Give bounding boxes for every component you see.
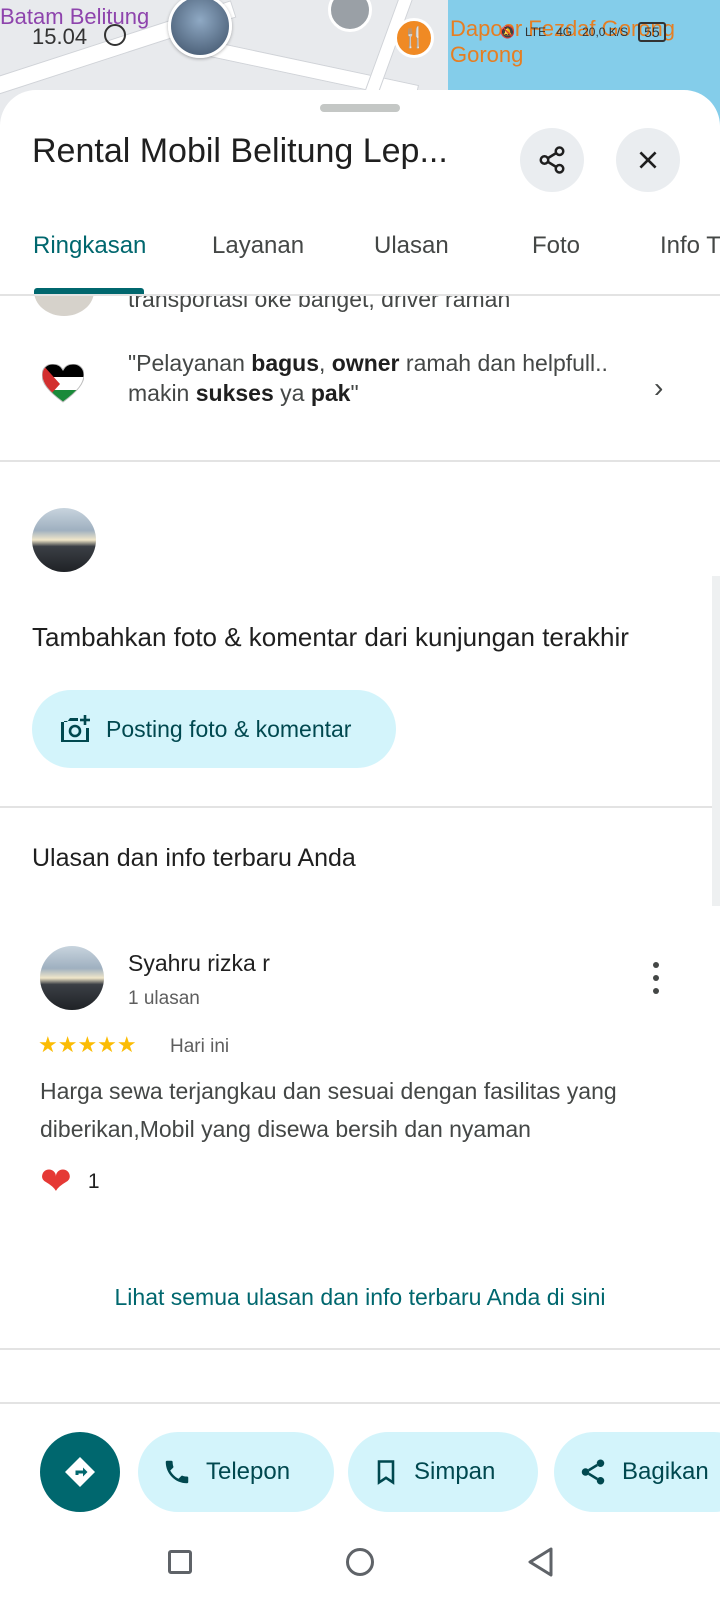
- share-button[interactable]: [520, 128, 584, 192]
- action-bar: Telepon Simpan Bagikan: [0, 1402, 720, 1512]
- home-button[interactable]: [346, 1548, 374, 1576]
- reviewer-name[interactable]: Syahru rizka r: [128, 950, 270, 977]
- drag-handle[interactable]: [320, 104, 400, 112]
- battery-icon: 55: [638, 22, 666, 42]
- avatar: [34, 296, 94, 316]
- divider: [0, 806, 720, 808]
- like-count: 1: [87, 1170, 100, 1193]
- directions-button[interactable]: [40, 1432, 120, 1512]
- share-place-button[interactable]: Bagikan: [554, 1432, 720, 1512]
- user-avatar: [32, 508, 96, 572]
- tab-bar: Ringkasan Layanan Ulasan Foto Info T: [0, 208, 720, 296]
- call-button[interactable]: Telepon: [138, 1432, 334, 1512]
- your-reviews-title: Ulasan dan info terbaru Anda: [32, 844, 356, 872]
- tab-layanan[interactable]: Layanan: [212, 232, 304, 260]
- place-sheet: Rental Mobil Belitung Lep... Ringkasan L…: [0, 90, 720, 1612]
- divider: [0, 1348, 720, 1350]
- share-label: Bagikan: [622, 1458, 709, 1485]
- signal-type: 4G: [556, 25, 573, 39]
- add-photo-icon: [61, 715, 90, 742]
- back-button[interactable]: [526, 1546, 554, 1578]
- add-visit-title: Tambahkan foto & komentar dari kunjungan…: [32, 622, 629, 652]
- status-indicators: 🔕 LTE 4G 20,0 K/S 55: [500, 22, 666, 42]
- network-type: LTE: [524, 25, 547, 39]
- tab-info[interactable]: Info T: [660, 232, 720, 260]
- bookmark-icon: [377, 1460, 395, 1485]
- review-date: Hari ini: [170, 1036, 230, 1057]
- see-all-reviews-link[interactable]: Lihat semua ulasan dan info terbaru Anda…: [0, 1284, 720, 1311]
- more-options-button[interactable]: [640, 956, 672, 1000]
- review-snippet[interactable]: transportasi oke banget, driver ramah: [128, 296, 510, 313]
- tab-ulasan[interactable]: Ulasan: [374, 232, 449, 260]
- dot: [653, 988, 659, 994]
- share-icon: [581, 1459, 605, 1485]
- summary-content: transportasi oke banget, driver ramah "P…: [0, 296, 720, 1396]
- recents-button[interactable]: [168, 1550, 192, 1574]
- dot: [653, 962, 659, 968]
- tab-ringkasan[interactable]: Ringkasan: [33, 232, 146, 260]
- share-icon: [539, 146, 565, 174]
- divider: [0, 460, 720, 462]
- heart-icon: ❤: [40, 1161, 72, 1203]
- phone-icon: [165, 1460, 189, 1484]
- review-text: Harga sewa terjangkau dan sesuai dengan …: [40, 1078, 617, 1142]
- active-tab-indicator: [34, 288, 144, 294]
- star-rating: ★★★★★: [38, 1032, 137, 1057]
- palestine-heart-icon: [42, 364, 84, 403]
- place-title: Rental Mobil Belitung Lep...: [32, 132, 448, 170]
- dot: [653, 975, 659, 981]
- close-icon: [639, 151, 657, 169]
- map-pin[interactable]: [328, 0, 372, 32]
- post-photo-comment-button[interactable]: Posting foto & komentar: [32, 690, 396, 768]
- whatsapp-icon: [104, 24, 126, 46]
- save-label: Simpan: [414, 1458, 496, 1485]
- mute-icon: 🔕: [500, 25, 515, 39]
- reviewer-review-count: 1 ulasan: [128, 988, 200, 1009]
- scrollbar[interactable]: [712, 576, 720, 906]
- quote-text: "Pelayanan bagus, owner ramah dan helpfu…: [128, 350, 608, 406]
- review-snippet-row[interactable]: "Pelayanan bagus, owner ramah dan helpfu…: [0, 348, 720, 428]
- post-button-label: Posting foto & komentar: [106, 715, 352, 742]
- system-nav-bar: [0, 1512, 720, 1612]
- tab-foto[interactable]: Foto: [532, 232, 580, 260]
- chevron-right-icon: ›: [654, 372, 664, 403]
- status-time: 15.04: [32, 24, 88, 49]
- like-button[interactable]: ❤ 1: [40, 1158, 140, 1206]
- reviewer-avatar[interactable]: [40, 946, 104, 1010]
- restaurant-pin-icon[interactable]: 🍴: [394, 18, 434, 58]
- save-button[interactable]: Simpan: [348, 1432, 538, 1512]
- call-label: Telepon: [206, 1458, 291, 1485]
- close-button[interactable]: [616, 128, 680, 192]
- speed: 20,0 K/S: [582, 25, 629, 39]
- directions-icon: [65, 1457, 95, 1487]
